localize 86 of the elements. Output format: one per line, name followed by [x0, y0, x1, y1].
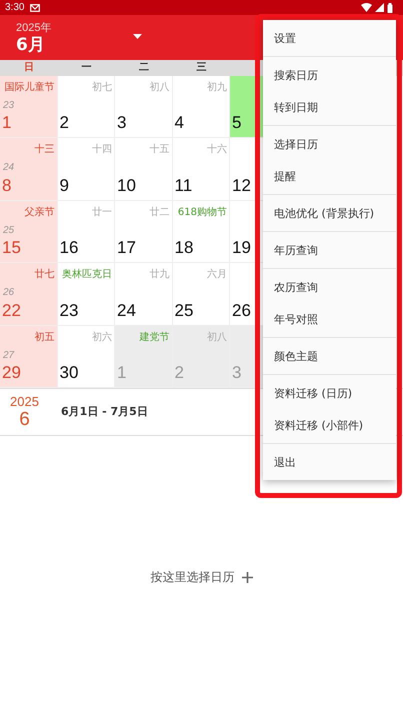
lunar-date: 廿七 — [34, 268, 54, 282]
day-number: 2 — [60, 113, 69, 134]
lunar-date: 廿二 — [150, 206, 170, 219]
weekday-label: 二 — [138, 61, 150, 75]
day-cell[interactable]: 初八 3 — [115, 76, 172, 138]
day-number: 10 — [117, 176, 136, 196]
day-cell[interactable]: 初七 2 — [58, 76, 115, 138]
lunar-date: 初九 — [207, 80, 227, 94]
day-number: 11 — [174, 176, 192, 196]
select-calendar-button[interactable]: 按这里选择日历 — [146, 565, 256, 590]
day-number: 1 — [117, 362, 126, 383]
lunar-date: 廿一 — [92, 206, 112, 219]
day-number: 25 — [174, 300, 194, 321]
day-number: 2 — [174, 362, 184, 383]
lunar-date: 十五 — [150, 142, 170, 156]
battery-icon — [387, 2, 393, 12]
day-number: 15 — [2, 238, 21, 258]
signal-icon — [375, 3, 384, 12]
weekday-label: 一 — [80, 61, 92, 75]
lunar-date: 国际儿童节 — [4, 80, 54, 94]
day-number: 29 — [2, 362, 21, 383]
menu-item[interactable]: 电池优化 (背景执行) — [263, 197, 396, 229]
week-number: 23 — [3, 100, 14, 111]
day-number: 3 — [117, 113, 126, 134]
lunar-date: 十四 — [92, 142, 112, 156]
lunar-date: 廿九 — [150, 268, 170, 282]
menu-item[interactable]: 颜色主题 — [263, 340, 396, 372]
lunar-date: 初七 — [92, 80, 112, 94]
day-cell[interactable]: 十五 10 — [115, 138, 172, 201]
plus-icon — [242, 572, 252, 584]
day-cell[interactable]: 十四 9 — [58, 138, 115, 201]
weekday-label: 三 — [195, 61, 208, 75]
day-number: 26 — [232, 300, 251, 321]
weekday-label: 日 — [22, 61, 35, 75]
header-year: 2025年 — [16, 20, 52, 34]
week-number: 26 — [3, 287, 14, 298]
lunar-date: 六月 — [207, 268, 227, 282]
date-range: 6月1日 - 7月5日 — [61, 404, 148, 420]
day-cell[interactable]: 初九 4 — [172, 76, 230, 138]
lunar-date: 十三 — [34, 142, 54, 156]
lunar-date: 十六 — [207, 142, 227, 156]
day-cell[interactable]: 廿九 24 — [115, 263, 172, 326]
week-number: 24 — [3, 162, 14, 174]
day-cell[interactable]: 奥林匹克日 23 — [58, 263, 115, 326]
day-number: 4 — [174, 113, 184, 134]
summary-month: 6 — [19, 408, 30, 430]
week-number: 27 — [3, 350, 14, 361]
dropdown-caret-icon[interactable] — [133, 34, 142, 39]
header-month: 6月 — [16, 34, 46, 54]
menu-item[interactable]: 资料迁移 (小部件) — [263, 409, 396, 441]
day-number: 22 — [2, 300, 21, 321]
lunar-date: 初五 — [34, 330, 54, 344]
day-number: 12 — [232, 176, 251, 196]
day-number: 17 — [117, 238, 136, 258]
day-cell[interactable]: 初六 30 — [58, 326, 115, 388]
day-number: 30 — [60, 362, 78, 383]
day-number: 5 — [232, 113, 242, 134]
lunar-date: 奥林匹克日 — [62, 268, 112, 282]
notification-icon — [30, 4, 40, 12]
wifi-icon — [361, 3, 372, 12]
day-number: 1 — [2, 113, 12, 134]
summary-year: 2025 — [10, 394, 39, 409]
day-cell[interactable]: 六月 25 — [172, 263, 230, 326]
lunar-date: 初八 — [150, 80, 170, 94]
lunar-date: 初八 — [207, 330, 227, 344]
lunar-date: 父亲节 — [24, 206, 54, 219]
day-cell[interactable]: 十六 11 — [172, 138, 230, 201]
lunar-date: 建党节 — [140, 330, 170, 344]
status-time: 3:30 — [5, 2, 24, 13]
day-number: 16 — [60, 238, 78, 258]
day-number: 19 — [232, 238, 251, 258]
day-cell[interactable]: 廿二 17 — [115, 200, 172, 264]
week-number: 25 — [3, 224, 14, 236]
day-number: 3 — [232, 362, 242, 383]
day-cell[interactable]: 廿一 16 — [58, 200, 115, 264]
lunar-date: 618购物节 — [178, 206, 227, 219]
menu-item[interactable]: 退出 — [263, 446, 396, 478]
menu-item[interactable]: 年历查询 — [263, 234, 396, 266]
menu-item[interactable]: 设置 — [263, 22, 396, 54]
day-number: 8 — [2, 176, 12, 196]
day-number: 24 — [117, 300, 136, 321]
lunar-date: 初六 — [92, 330, 112, 344]
day-number: 23 — [60, 300, 78, 321]
day-number: 18 — [174, 238, 194, 258]
day-number: 9 — [60, 176, 69, 196]
day-cell[interactable]: 618购物节 18 — [172, 200, 230, 264]
